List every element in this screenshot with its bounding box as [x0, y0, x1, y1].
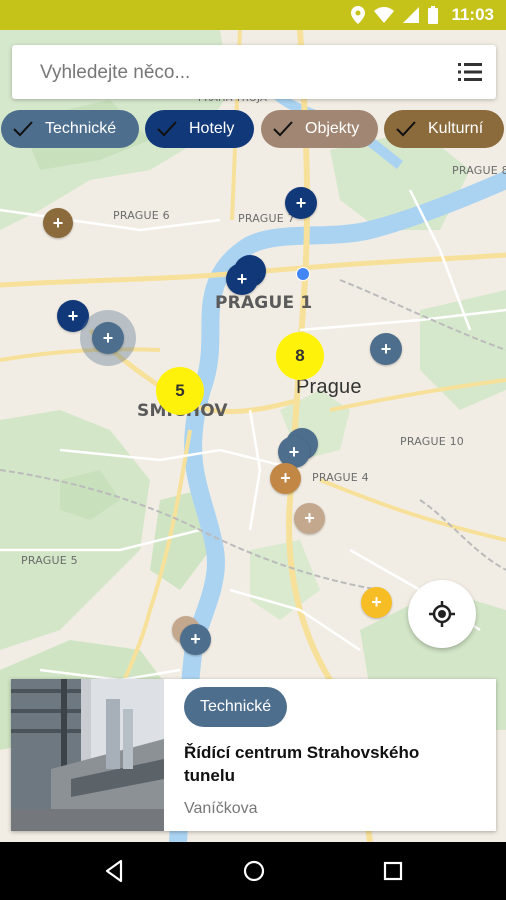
signal-icon: [403, 7, 420, 23]
plus-icon: +: [52, 212, 64, 233]
map-label-prague4: PRAGUE 4: [312, 471, 369, 484]
chip-label: Objekty: [305, 120, 360, 137]
back-icon[interactable]: [101, 858, 127, 884]
category-badge: Technické: [184, 687, 288, 727]
location-icon: [351, 6, 366, 24]
map-marker-technicke[interactable]: +: [370, 333, 402, 365]
chip-technicke[interactable]: Technické: [1, 110, 139, 148]
wifi-icon: [374, 7, 395, 23]
plus-icon: +: [236, 268, 248, 289]
map-cluster[interactable]: 5: [156, 367, 204, 415]
map-label-prague6: PRAGUE 6: [113, 209, 170, 222]
search-bar[interactable]: Vyhledejte něco...: [12, 45, 496, 99]
map-marker-technicke[interactable]: +: [180, 624, 211, 655]
check-icon: [157, 121, 177, 137]
home-icon[interactable]: [241, 858, 267, 884]
chip-objekty[interactable]: Objekty: [261, 110, 378, 148]
chip-hotely[interactable]: Hotely: [145, 110, 254, 148]
recents-icon[interactable]: [380, 858, 406, 884]
plus-icon: +: [190, 629, 201, 649]
list-icon[interactable]: [458, 62, 482, 82]
map-marker-kulturni[interactable]: +: [43, 208, 73, 238]
check-icon: [273, 121, 293, 137]
place-detail-card[interactable]: Technické Řídící centrum Strahovského tu…: [11, 679, 496, 831]
map-label-prague5: PRAGUE 5: [21, 554, 78, 567]
place-title: Řídící centrum Strahovského tunelu: [184, 743, 420, 785]
navigation-bar: [0, 842, 506, 900]
plus-icon: +: [295, 192, 307, 213]
plus-icon: +: [304, 508, 315, 528]
my-location-button[interactable]: [408, 580, 476, 648]
map-marker-objekty[interactable]: +: [294, 503, 325, 534]
filter-chips: Technické Hotely Objekty Kulturní: [0, 110, 506, 148]
crosshair-icon: [429, 601, 455, 627]
search-input[interactable]: Vyhledejte něco...: [40, 62, 190, 84]
map-label-prague10: PRAGUE 10: [400, 435, 464, 448]
plus-icon: +: [67, 305, 79, 326]
map-marker-other[interactable]: +: [361, 587, 392, 618]
check-icon: [396, 121, 416, 137]
plus-icon: +: [280, 468, 291, 488]
map-cluster[interactable]: 8: [276, 332, 324, 380]
map-label-prague1: PRAGUE 1: [215, 293, 313, 313]
map-label-prague: Prague: [296, 376, 362, 398]
plus-icon: +: [102, 327, 114, 348]
plus-icon: +: [288, 441, 300, 462]
current-location-dot: [296, 267, 310, 281]
check-icon: [13, 121, 33, 137]
plus-icon: +: [380, 338, 392, 359]
map-marker-technicke-selected[interactable]: +: [92, 322, 124, 354]
chip-label: Hotely: [189, 120, 235, 137]
place-street: Vaníčkova: [184, 800, 258, 817]
chip-kulturni[interactable]: Kulturní: [384, 110, 504, 148]
map-label-prague7: PRAGUE 7: [238, 212, 295, 225]
plus-icon: +: [371, 592, 382, 612]
map-marker-hotel[interactable]: +: [285, 187, 317, 219]
place-photo: [11, 679, 164, 831]
clock: 11:03: [451, 5, 494, 24]
battery-icon: [428, 6, 439, 24]
chip-label: Technické: [45, 120, 117, 137]
map-marker-hotel[interactable]: +: [226, 263, 258, 295]
map-label-prague8: PRAGUE 8: [452, 164, 506, 177]
map-marker-kulturni[interactable]: +: [270, 463, 301, 494]
chip-label: Kulturní: [428, 120, 484, 137]
status-bar: 11:03: [0, 0, 506, 30]
